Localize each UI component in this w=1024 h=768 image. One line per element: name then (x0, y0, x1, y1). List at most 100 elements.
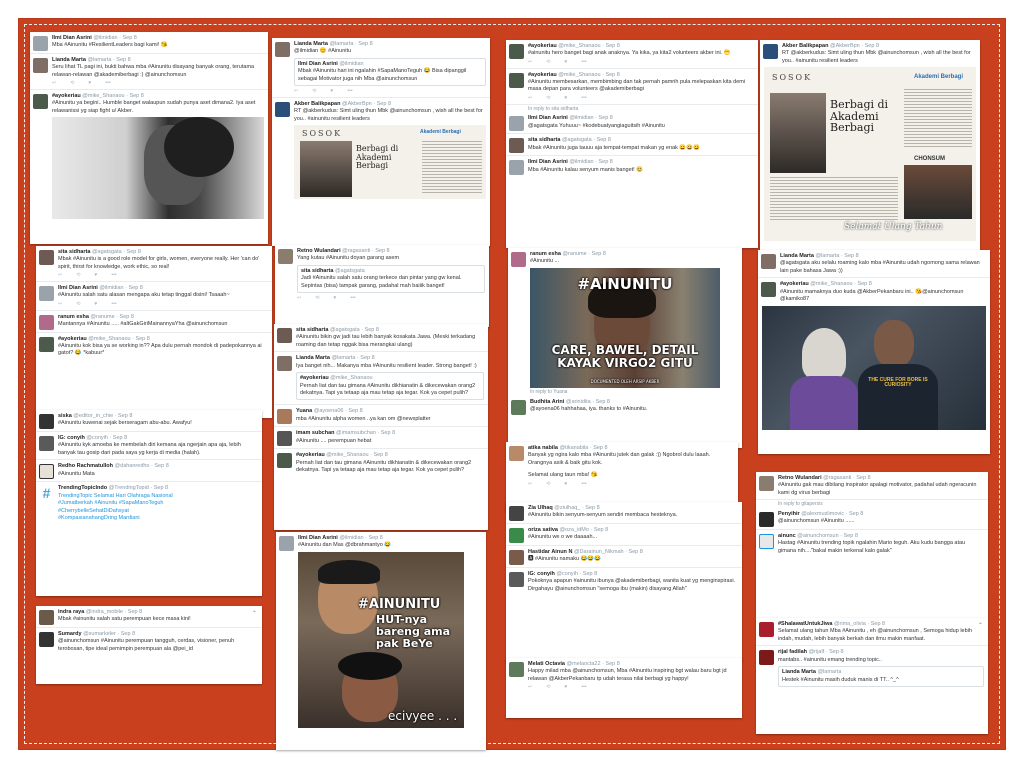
tweet[interactable]: atika nabila @tikanabila · Sep 8 Banyak … (506, 442, 738, 489)
tweet[interactable]: Sumardy @sumarkeler · Sep 8 @ainunchomsu… (36, 628, 262, 655)
tweet[interactable]: IG: conyih @conyih · Sep 8 #Ainunitu kyk… (36, 432, 262, 461)
more-icon[interactable]: ••• (105, 80, 110, 87)
tweet-text: Hastag #Ainunitu trending topik ngalahin… (778, 540, 966, 554)
retweet-icon[interactable]: ⟲ (546, 95, 550, 102)
reply-icon[interactable]: ↩ (58, 272, 62, 279)
reply-icon[interactable]: ↩ (528, 95, 532, 102)
tweet[interactable]: Akber Balikpapan @AkberBpn · Sep 8 RT @a… (272, 98, 490, 201)
user-handle: @dahanredho · Sep 8 (114, 463, 169, 470)
tweet[interactable]: #ayokeriau @mike_Shanaou · Sep 8 #Ainuni… (506, 69, 758, 105)
tweet[interactable]: #ayokeriau @mike_Shanaou · Sep 8 #Ainuni… (36, 333, 272, 360)
tweet[interactable]: Melati Octavia @melaocta22 · Sep 8 Happy… (506, 658, 742, 693)
tweet[interactable]: Ilmi Dian Asrini @ilmidian · Sep 8 Mba #… (30, 32, 268, 54)
quoted-tweet[interactable]: sita sidharta @agatsgata Jadi #Ainunitu … (297, 264, 485, 294)
retweet-icon[interactable]: ⟲ (76, 272, 80, 279)
meme-image[interactable]: #AINUNITU CARE, BAWEL, DETAIL KAYAK VIRG… (530, 267, 720, 388)
tweet-photo[interactable]: THE CURE FOR BORE IS CURIOSITY (762, 305, 986, 430)
user-name: Ilmi Dian Asrini (528, 159, 568, 166)
meme-image[interactable]: #AINUNITU HUT-nya bareng ama pak BeYe ec… (298, 551, 464, 728)
tweet[interactable]: ainunc @ainunchomsun · Sep 8 Hastag #Ain… (756, 530, 988, 557)
retweet-icon[interactable]: ⟲ (70, 80, 74, 87)
tweet[interactable]: imam subchan @imamsubchan · Sep 8 #Ainun… (274, 427, 488, 450)
tweet[interactable]: Ilmi Dian Asrini @ilmidian · Sep 8 #Ainu… (36, 282, 272, 311)
like-icon[interactable]: ♥ (564, 95, 567, 102)
tweet[interactable]: sita sidharta @agatsgata · Sep 8 #Ainuni… (274, 324, 488, 353)
retweet-icon[interactable]: ⟲ (76, 301, 80, 308)
reply-icon[interactable]: ↩ (58, 301, 62, 308)
retweet-icon[interactable]: ⟲ (546, 59, 550, 66)
more-icon[interactable]: ••• (111, 272, 116, 279)
reply-icon[interactable]: ↩ (294, 88, 298, 95)
tweet[interactable]: Lianda Marta @lamarta · Sep 8 Seru lihat… (30, 54, 268, 91)
tweet[interactable]: Redho Rachmatulloh @dahanredho · Sep 8 #… (36, 460, 262, 483)
tweet[interactable]: ranum esha @ranume · Sep 8 #Ainunitu ... (508, 248, 742, 268)
like-icon[interactable]: ♥ (333, 295, 336, 302)
tweet[interactable]: Ilmi Dian Asrini @ilmidian · Sep 8 #Ainu… (276, 532, 486, 552)
tweet[interactable]: ⌖ indra raya @indra_mobile · Sep 8 Mbak … (36, 606, 262, 628)
tweet[interactable]: IG: conyih @conyih · Sep 8 Pokoknya apap… (506, 568, 742, 595)
tweet[interactable]: Lianda Marta @lamarta · Sep 8 @agatsgata… (758, 250, 990, 279)
reply-context[interactable]: In reply to sita sidharta (506, 105, 758, 113)
tweet[interactable]: sita sidharta @agatsgata · Sep 8 Mbak #A… (506, 134, 758, 157)
reply-icon[interactable]: ↩ (52, 80, 56, 87)
tweet[interactable]: Yuana @ayoena06 · Sep 8 mba #Ainunitu al… (274, 405, 488, 428)
tweet[interactable]: oriza sativa @oza_idMo · Sep 8 #Ainunitu… (506, 524, 742, 546)
more-icon[interactable]: ••• (347, 88, 352, 95)
user-handle: @mike_Shanaou · Sep 8 (558, 71, 620, 78)
tweet[interactable]: siska @editor_in_chie · Sep 8 #Ainunitu … (36, 410, 262, 432)
tweet-text: RT @akberkudus: Simt uling thun Mbk @ain… (294, 108, 483, 122)
more-icon[interactable]: ••• (350, 295, 355, 302)
tweet[interactable]: Zia Ulhaq @ziulhaq_ · Sep 8 #Ainunitu bi… (506, 502, 742, 524)
tweet[interactable]: ranum esha @ranume · Sep 8 Mantannya #Ai… (36, 311, 272, 333)
more-icon[interactable]: ••• (581, 95, 586, 102)
reply-context[interactable]: In reply to Yuana (508, 388, 742, 396)
tweet[interactable]: Penyihir @alexmuslimovic · Sep 8 @ainunc… (756, 508, 988, 531)
tweet[interactable]: Retno Wulandari @ragasanti · Sep 8 Yang … (275, 245, 489, 304)
reply-icon[interactable]: ↩ (528, 59, 532, 66)
newspaper-clipping[interactable]: SOSOK Akademi Berbagi Berbagi di Akademi… (294, 125, 486, 200)
retweet-icon[interactable]: ⟲ (315, 295, 319, 302)
tweet[interactable]: sita sidharta @agatsgata · Sep 8 Mbak #A… (36, 246, 272, 283)
like-icon[interactable]: ♥ (330, 88, 333, 95)
tweet[interactable]: Ilmi Dian Asrini @ilmidian · Sep 8 Mba #… (506, 156, 758, 178)
quoted-tweet[interactable]: Ilmi Dian Asrini @ilmidian Mbak #Ainunit… (294, 57, 486, 87)
retweet-icon[interactable]: ⟲ (546, 684, 550, 691)
more-icon[interactable]: ••• (581, 481, 586, 488)
avatar (39, 632, 54, 647)
like-icon[interactable]: ♥ (88, 80, 91, 87)
tweet[interactable]: Akber Balikpapan @AkberBpn · Sep 8 RT @a… (760, 40, 980, 67)
tweet[interactable]: Ilmi Dian Asrini @ilmidian · Sep 8 @agat… (506, 112, 758, 135)
tweet[interactable]: rijal fadilah @rijalf · Sep 8 mantabs.. … (756, 646, 988, 691)
retweet-icon[interactable]: ⟲ (312, 88, 316, 95)
more-icon[interactable]: ••• (581, 59, 586, 66)
tweet[interactable]: # TrendingTopicIndo @TrendingTopid · Sep… (36, 482, 262, 524)
retweet-icon[interactable]: ⟲ (546, 481, 550, 488)
like-icon[interactable]: ♥ (564, 481, 567, 488)
tweet[interactable]: ⌖ #ShalawatUntukJiwa @rima_olivia · Sep … (756, 618, 988, 647)
newspaper-clipping[interactable]: SOSOK Akademi Berbagi Berbagi di Akademi… (764, 67, 976, 242)
like-icon[interactable]: ♥ (564, 684, 567, 691)
tweet[interactable]: #ayokeriau @mike_Shanaou · Sep 8 #Ainuni… (30, 90, 268, 221)
like-icon[interactable]: ♥ (94, 272, 97, 279)
tweet[interactable]: #ayokeriau @mike_Shanaou · Sep 8 #Ainuni… (758, 278, 990, 431)
tweet[interactable]: #ayokeriau @mike_Shanaou · Sep 8 Pernah … (274, 449, 488, 476)
tweet[interactable]: #ayokeriau @mike_Shanaou · Sep 8 #ainuni… (506, 40, 758, 69)
more-icon[interactable]: ••• (581, 684, 586, 691)
reply-context[interactable]: In reply to gitapersis (756, 500, 988, 508)
quoted-tweet[interactable]: Lianda Marta @lamarta Hestek #Ainunitu m… (778, 666, 984, 687)
tweet[interactable]: Hastidar Ainun N @Darainun_Nikmah · Sep … (506, 546, 742, 568)
reply-icon[interactable]: ↩ (528, 481, 532, 488)
user-name: #ShalawatUntukJiwa (778, 621, 833, 627)
reply-icon[interactable]: ↩ (297, 295, 301, 302)
tweet[interactable]: Lianda Marta @lamarta · Sep 8 @ilmidian … (272, 38, 490, 98)
reply-icon[interactable]: ↩ (528, 684, 532, 691)
newspaper-photo (300, 141, 352, 198)
tweet[interactable]: Budhita Arini @arinidita · Sep 8 @ayoena… (508, 396, 742, 418)
like-icon[interactable]: ♥ (94, 301, 97, 308)
more-icon[interactable]: ••• (111, 301, 116, 308)
tweet[interactable]: Retno Wulandari @ragasanti · Sep 8 #Ainu… (756, 472, 988, 501)
tweet[interactable]: Lianda Marta @lamarta · Sep 8 Iya banget… (274, 352, 488, 406)
quoted-tweet[interactable]: #ayokeriau @mike_Shanaou Pernah liat dan… (296, 372, 484, 401)
tweet-photo[interactable] (52, 117, 264, 220)
like-icon[interactable]: ♥ (564, 59, 567, 66)
